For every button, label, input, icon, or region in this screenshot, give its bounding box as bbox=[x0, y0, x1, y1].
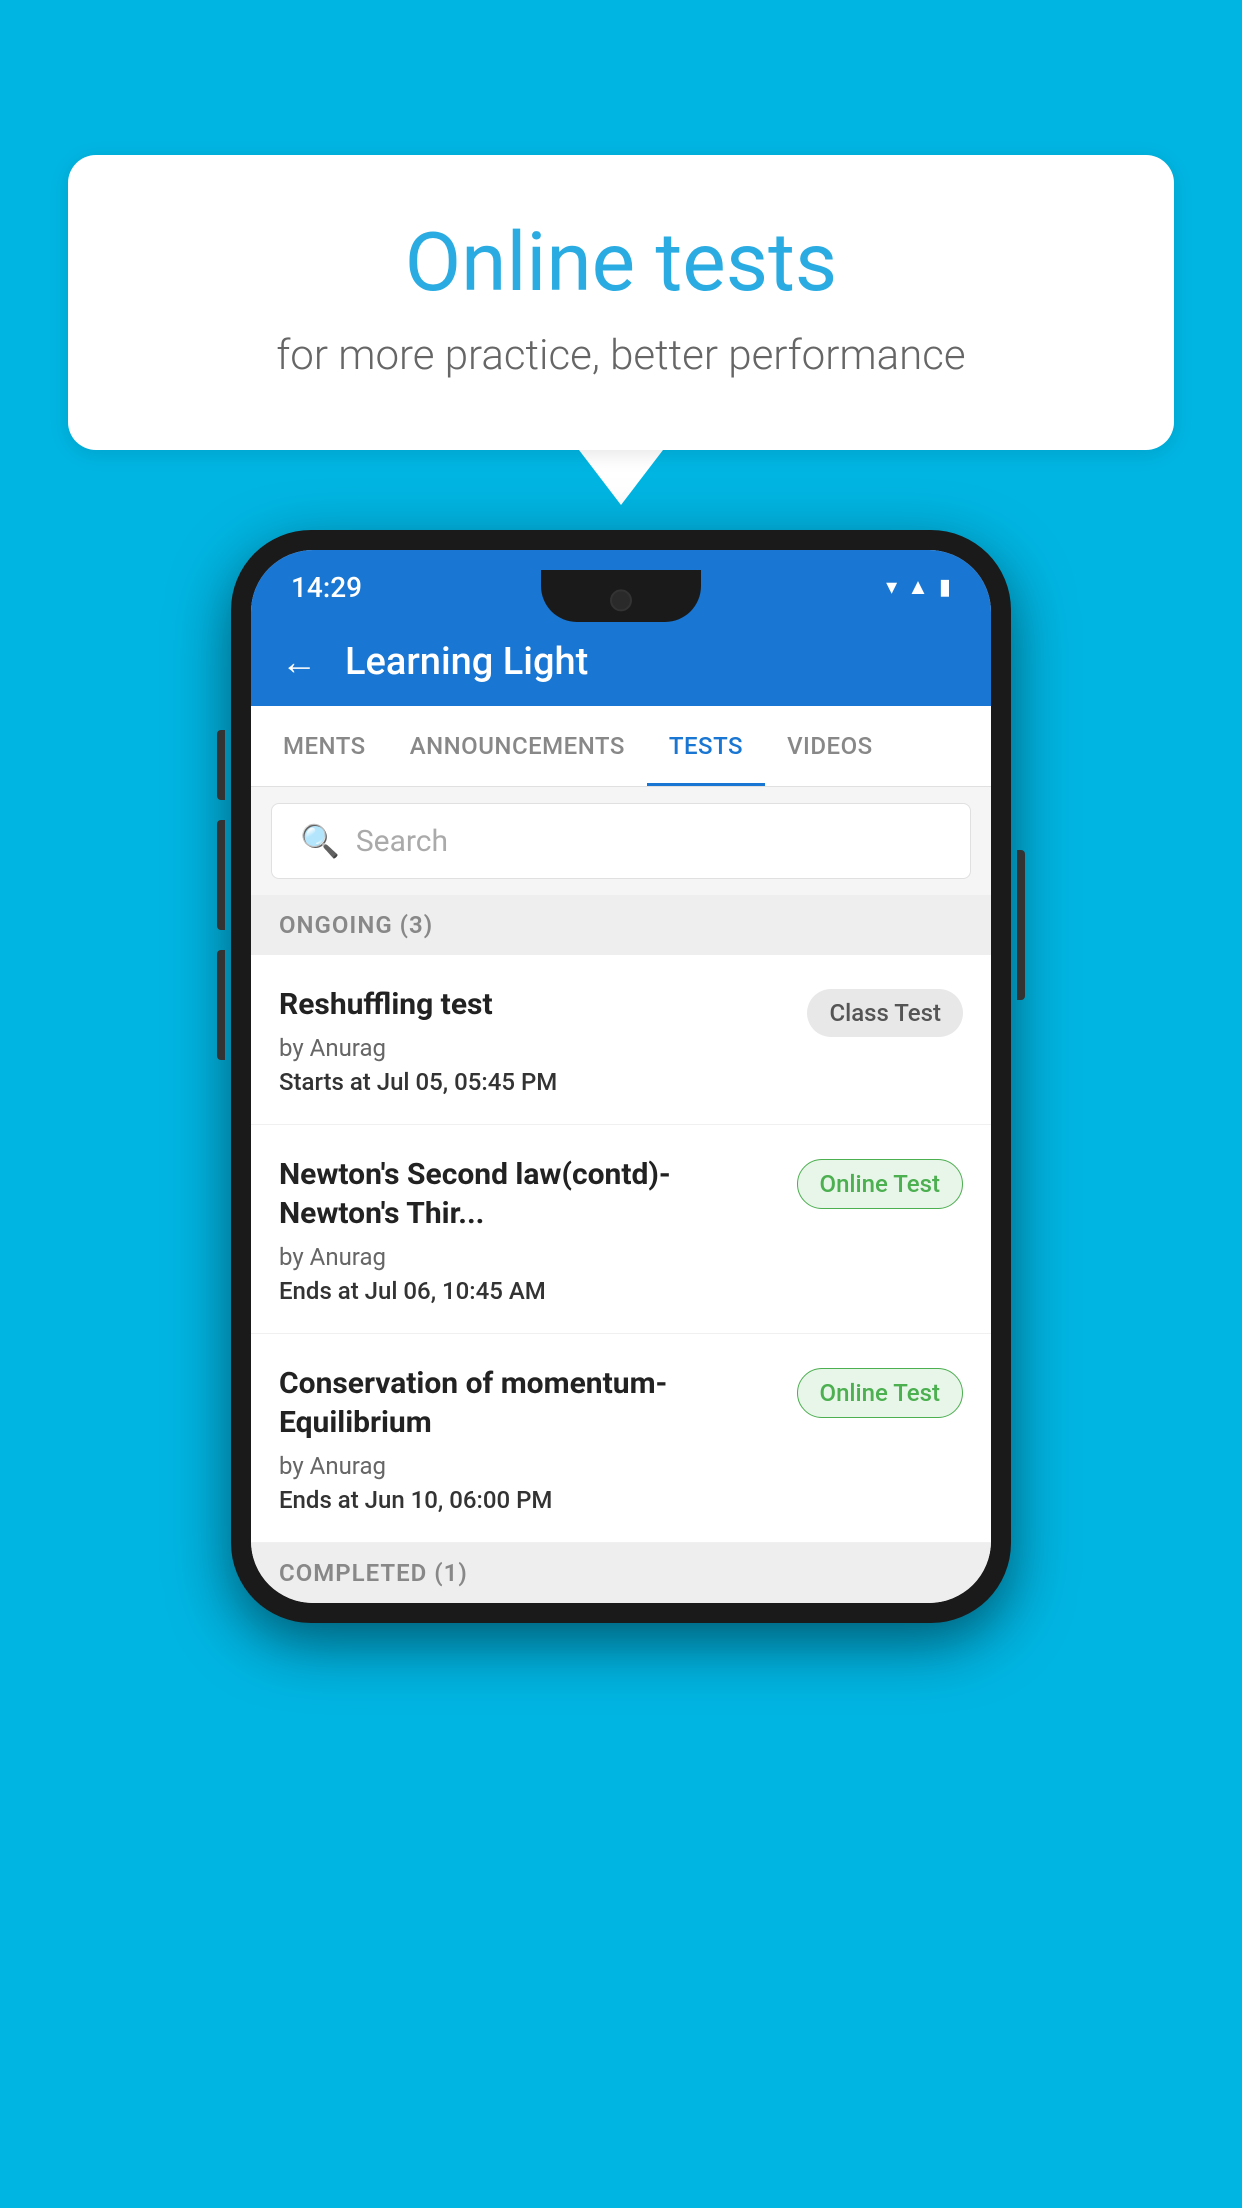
ongoing-label: ONGOING (3) bbox=[279, 911, 433, 939]
battery-icon: ▮ bbox=[939, 575, 951, 600]
test-info-reshuffling: Reshuffling test by Anurag Starts at Jul… bbox=[279, 985, 807, 1096]
speech-bubble-container: Online tests for more practice, better p… bbox=[68, 155, 1174, 505]
phone-mockup: 14:29 ▾ ▲ ▮ ← Learning Light MENTS ANNOU… bbox=[231, 530, 1011, 1623]
search-bar-container: 🔍 Search bbox=[251, 787, 991, 895]
phone-extra-button bbox=[217, 950, 225, 1060]
test-name-reshuffling: Reshuffling test bbox=[279, 985, 787, 1024]
badge-class-test: Class Test bbox=[807, 989, 963, 1037]
test-item-conservation[interactable]: Conservation of momentum-Equilibrium by … bbox=[251, 1334, 991, 1543]
completed-section-header: COMPLETED (1) bbox=[251, 1543, 991, 1603]
app-title: Learning Light bbox=[345, 640, 588, 684]
search-placeholder: Search bbox=[356, 824, 448, 859]
test-author-reshuffling: by Anurag bbox=[279, 1034, 787, 1062]
phone-volume-up-button bbox=[217, 730, 225, 800]
search-icon: 🔍 bbox=[300, 822, 340, 860]
signal-icon: ▲ bbox=[907, 574, 929, 600]
status-time: 14:29 bbox=[291, 571, 362, 604]
test-name-conservation: Conservation of momentum-Equilibrium bbox=[279, 1364, 777, 1442]
status-icons: ▾ ▲ ▮ bbox=[886, 574, 951, 600]
tab-tests[interactable]: TESTS bbox=[647, 706, 765, 786]
phone-power-button bbox=[1017, 850, 1025, 1000]
test-author-newtons: by Anurag bbox=[279, 1243, 777, 1271]
test-info-conservation: Conservation of momentum-Equilibrium by … bbox=[279, 1364, 797, 1514]
search-bar[interactable]: 🔍 Search bbox=[271, 803, 971, 879]
tab-announcements[interactable]: ANNOUNCEMENTS bbox=[388, 706, 647, 786]
badge-online-test-2: Online Test bbox=[797, 1368, 963, 1418]
back-button[interactable]: ← bbox=[281, 641, 317, 683]
ongoing-section-header: ONGOING (3) bbox=[251, 895, 991, 955]
speech-bubble-subtitle: for more practice, better performance bbox=[148, 331, 1094, 380]
test-author-conservation: by Anurag bbox=[279, 1452, 777, 1480]
test-item-reshuffling[interactable]: Reshuffling test by Anurag Starts at Jul… bbox=[251, 955, 991, 1125]
speech-bubble-arrow bbox=[579, 450, 663, 505]
test-date-newtons: Ends at Jul 06, 10:45 AM bbox=[279, 1277, 777, 1305]
test-date-conservation: Ends at Jun 10, 06:00 PM bbox=[279, 1486, 777, 1514]
test-item-newtons[interactable]: Newton's Second law(contd)-Newton's Thir… bbox=[251, 1125, 991, 1334]
test-date-reshuffling: Starts at Jul 05, 05:45 PM bbox=[279, 1068, 787, 1096]
badge-online-test-1: Online Test bbox=[797, 1159, 963, 1209]
tabs-bar: MENTS ANNOUNCEMENTS TESTS VIDEOS bbox=[251, 706, 991, 787]
phone-volume-down-button bbox=[217, 820, 225, 930]
phone-notch bbox=[541, 570, 701, 622]
app-header: ← Learning Light bbox=[251, 618, 991, 706]
tab-videos[interactable]: VIDEOS bbox=[765, 706, 895, 786]
wifi-icon: ▾ bbox=[886, 575, 897, 600]
tab-ments[interactable]: MENTS bbox=[261, 706, 388, 786]
speech-bubble: Online tests for more practice, better p… bbox=[68, 155, 1174, 450]
test-name-newtons: Newton's Second law(contd)-Newton's Thir… bbox=[279, 1155, 777, 1233]
front-camera bbox=[610, 589, 632, 611]
speech-bubble-title: Online tests bbox=[148, 215, 1094, 311]
test-info-newtons: Newton's Second law(contd)-Newton's Thir… bbox=[279, 1155, 797, 1305]
completed-label: COMPLETED (1) bbox=[279, 1559, 468, 1587]
